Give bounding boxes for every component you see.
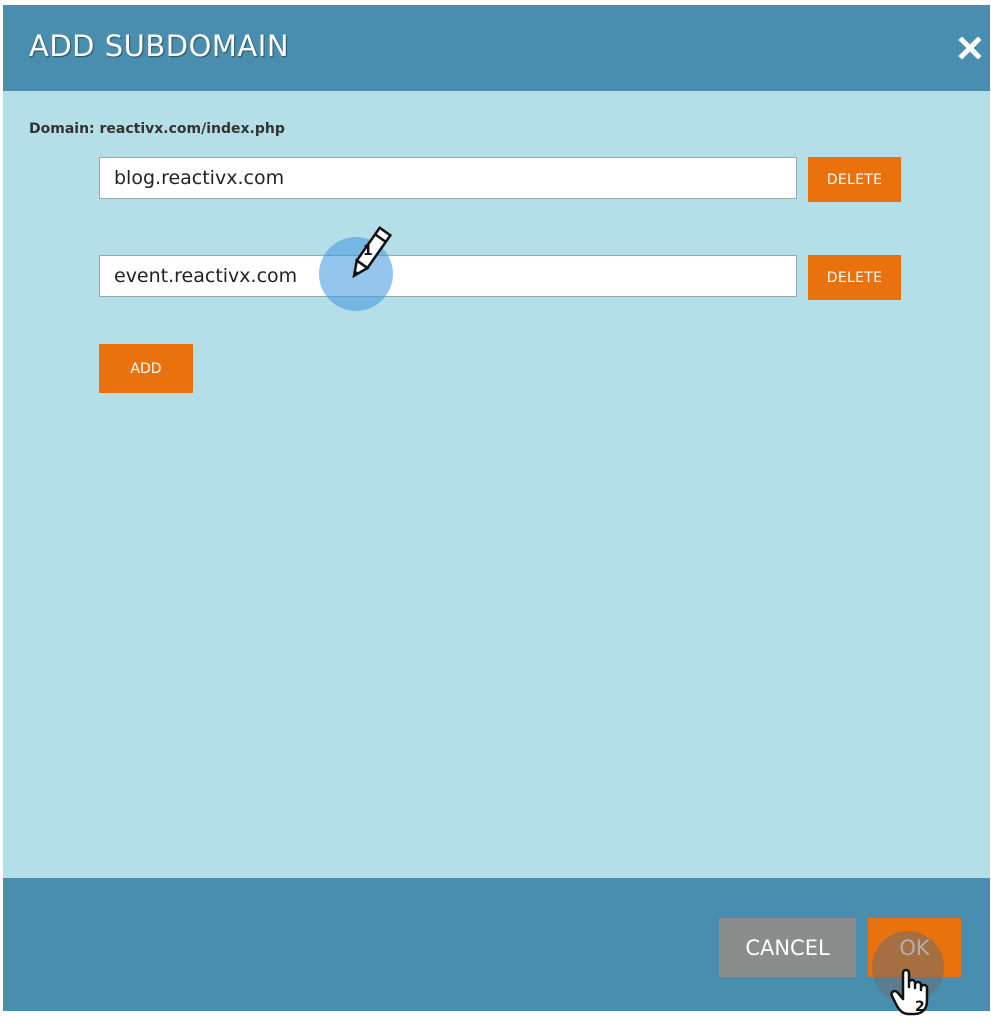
domain-label: Domain: reactivx.com/index.php [29, 121, 285, 137]
hand-pointer-icon [890, 968, 929, 1016]
subdomain-input-1[interactable] [99, 157, 797, 199]
dialog-footer: CANCEL OK [3, 878, 990, 1011]
dialog-header: ADD SUBDOMAIN [3, 5, 990, 91]
add-subdomain-dialog: ADD SUBDOMAIN Domain: reactivx.com/index… [3, 5, 990, 1011]
step-1-number: 1 [363, 243, 373, 259]
delete-button-1[interactable]: DELETE [808, 157, 901, 202]
subdomain-input-2[interactable] [99, 255, 797, 297]
close-icon[interactable] [958, 36, 982, 60]
cancel-button[interactable]: CANCEL [719, 918, 856, 977]
add-button[interactable]: ADD [99, 344, 193, 393]
step-2-number: 2 [915, 999, 925, 1015]
delete-button-2[interactable]: DELETE [808, 255, 901, 300]
dialog-title: ADD SUBDOMAIN [29, 29, 290, 63]
